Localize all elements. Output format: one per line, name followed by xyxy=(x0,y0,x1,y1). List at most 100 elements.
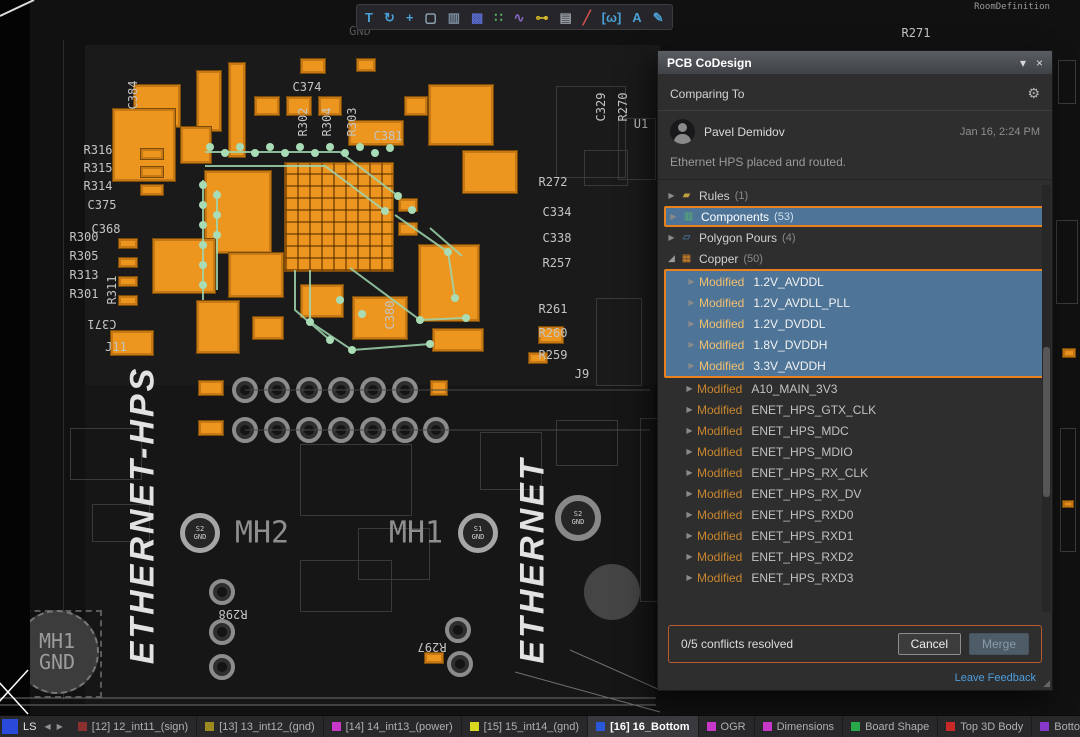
measure-tool-icon[interactable]: [ω] xyxy=(602,11,622,24)
layer-tab-board-shape[interactable]: Board Shape xyxy=(843,716,938,737)
scroll-layers-right-icon[interactable]: ▶ xyxy=(54,722,66,731)
pcb-designator: R302 xyxy=(296,108,310,137)
collapse-arrow-icon[interactable]: ◢ xyxy=(664,253,679,264)
pcb-designator: R301 xyxy=(70,287,99,301)
leave-feedback-link[interactable]: Leave Feedback xyxy=(955,672,1036,684)
expand-arrow-icon[interactable]: ▶ xyxy=(684,277,699,286)
tree-scrollbar[interactable] xyxy=(1042,185,1051,612)
copper-change-ENET_HPS_RX_CLK[interactable]: ▶ModifiedENET_HPS_RX_CLK xyxy=(664,462,1046,483)
expand-arrow-icon[interactable]: ▶ xyxy=(682,552,697,561)
change-status: Modified xyxy=(699,359,744,373)
scrollbar-thumb[interactable] xyxy=(1043,347,1050,497)
silkscreen-outline xyxy=(300,560,392,612)
expand-arrow-icon[interactable]: ▶ xyxy=(682,573,697,582)
panel-close-icon[interactable]: × xyxy=(1036,56,1043,70)
copper-change-1.8V_DVDDH[interactable]: ▶Modified1.8V_DVDDH xyxy=(666,334,1044,355)
panel-menu-icon[interactable]: ▾ xyxy=(1020,56,1026,70)
pcb-pad xyxy=(140,166,164,178)
matrix-tool-icon[interactable]: ▩ xyxy=(471,11,483,24)
expand-arrow-icon[interactable]: ▶ xyxy=(664,191,679,200)
pad-label: MH1 xyxy=(39,631,75,652)
change-status: Modified xyxy=(697,550,742,564)
mount-pad-s1[interactable]: S1 GND xyxy=(458,513,498,553)
layer-tab-bottom-3d-body[interactable]: Bottom 3D Body xyxy=(1032,716,1080,737)
expand-arrow-icon[interactable]: ▶ xyxy=(682,468,697,477)
merge-button[interactable]: Merge xyxy=(969,633,1029,655)
components-icon: ▥ xyxy=(681,211,696,222)
pcb-designator: R260 xyxy=(539,326,568,340)
layer-color-chip xyxy=(763,722,772,731)
scroll-layers-left-icon[interactable]: ◀ xyxy=(41,722,53,731)
layer-color-chip xyxy=(332,722,341,731)
expand-arrow-icon[interactable]: ▶ xyxy=(684,298,699,307)
expand-arrow-icon[interactable]: ▶ xyxy=(682,405,697,414)
layer-tab-ogr[interactable]: OGR xyxy=(699,716,755,737)
expand-arrow-icon[interactable]: ▶ xyxy=(682,384,697,393)
highlighted-copper-changes: ▶Modified1.2V_AVDDL▶Modified1.2V_AVDLL_P… xyxy=(664,269,1046,378)
move-tool-icon[interactable]: + xyxy=(406,11,414,24)
copper-change-ENET_HPS_GTX_CLK[interactable]: ▶ModifiedENET_HPS_GTX_CLK xyxy=(664,399,1046,420)
text-cursor-tool-icon[interactable]: T xyxy=(365,11,373,24)
layer-tab-dimensions[interactable]: Dimensions xyxy=(755,716,843,737)
layer-tab-14-14_int13_-power[interactable]: [14] 14_int13_(power) xyxy=(324,716,462,737)
silkscreen-mh1-label: MH1 xyxy=(389,516,443,551)
expand-arrow-icon[interactable]: ▶ xyxy=(682,531,697,540)
settings-gear-icon[interactable]: ⚙ xyxy=(1027,85,1040,102)
tree-group-rules[interactable]: ▶ ▰ Rules (1) xyxy=(664,185,1046,206)
expand-arrow-icon[interactable]: ▶ xyxy=(682,426,697,435)
expand-arrow-icon[interactable]: ▶ xyxy=(682,510,697,519)
copper-change-ENET_HPS_RXD0[interactable]: ▶ModifiedENET_HPS_RXD0 xyxy=(664,504,1046,525)
pcb-pad xyxy=(1062,500,1074,508)
expand-arrow-icon[interactable]: ▶ xyxy=(666,212,681,221)
pencil-tool-icon[interactable]: ✎ xyxy=(653,11,664,24)
group-count: (53) xyxy=(774,211,794,223)
pcb-pad xyxy=(118,295,138,306)
diagonal-line-tool-icon[interactable]: ╱ xyxy=(583,11,591,24)
copper-change-ENET_HPS_MDIO[interactable]: ▶ModifiedENET_HPS_MDIO xyxy=(664,441,1046,462)
mount-pad-s2[interactable]: S2 GND xyxy=(180,513,220,553)
selection-area-tool-icon[interactable]: ▢ xyxy=(424,11,436,24)
group-label: Polygon Pours xyxy=(699,231,777,245)
expand-arrow-icon[interactable]: ▶ xyxy=(684,361,699,370)
layer-tab-12-12_int11_-sign[interactable]: [12] 12_int11_(sign) xyxy=(70,716,197,737)
active-layer-color-chip xyxy=(2,719,18,734)
mount-pad-s2-right[interactable]: S2 GND xyxy=(555,495,601,541)
key-tool-icon[interactable]: ⊶ xyxy=(536,11,549,24)
pcb-via xyxy=(392,417,418,443)
copper-change-1.2V_DVDDL[interactable]: ▶Modified1.2V_DVDDL xyxy=(666,313,1044,334)
wave-tool-icon[interactable]: ∿ xyxy=(514,11,525,24)
copper-change-A10_MAIN_3V3[interactable]: ▶ModifiedA10_MAIN_3V3 xyxy=(664,378,1046,399)
copper-change-3.3V_AVDDH[interactable]: ▶Modified3.3V_AVDDH xyxy=(666,355,1044,376)
color-dots-tool-icon[interactable]: ∷ xyxy=(494,11,502,24)
reroute-tool-icon[interactable]: ↻ xyxy=(384,11,395,24)
expand-arrow-icon[interactable]: ▶ xyxy=(682,489,697,498)
copper-change-ENET_HPS_RXD2[interactable]: ▶ModifiedENET_HPS_RXD2 xyxy=(664,546,1046,567)
layer-stack-tool-icon[interactable]: ▤ xyxy=(560,11,572,24)
pcb-pad xyxy=(228,252,284,298)
expand-arrow-icon[interactable]: ▶ xyxy=(684,319,699,328)
expand-arrow-icon[interactable]: ▶ xyxy=(684,340,699,349)
copper-change-ENET_HPS_RX_DV[interactable]: ▶ModifiedENET_HPS_RX_DV xyxy=(664,483,1046,504)
copper-change-1.2V_AVDDL[interactable]: ▶Modified1.2V_AVDDL xyxy=(666,271,1044,292)
cancel-button[interactable]: Cancel xyxy=(898,633,961,655)
copper-change-ENET_HPS_RXD3[interactable]: ▶ModifiedENET_HPS_RXD3 xyxy=(664,567,1046,588)
expand-arrow-icon[interactable]: ▶ xyxy=(682,447,697,456)
copper-change-ENET_HPS_MDC[interactable]: ▶ModifiedENET_HPS_MDC xyxy=(664,420,1046,441)
resize-grip-icon[interactable]: ◢ xyxy=(1043,678,1050,689)
copper-change-1.2V_AVDLL_PLL[interactable]: ▶Modified1.2V_AVDLL_PLL xyxy=(666,292,1044,313)
tree-group-components[interactable]: ▶ ▥ Components (53) xyxy=(664,206,1046,227)
text-tool-icon[interactable]: A xyxy=(632,11,641,24)
layer-tab-16-16_bottom[interactable]: [16] 16_Bottom xyxy=(588,716,698,737)
layer-tab-13-13_int12_-gnd[interactable]: [13] 13_int12_(gnd) xyxy=(197,716,323,737)
expand-arrow-icon[interactable]: ▶ xyxy=(664,233,679,242)
panel-header[interactable]: PCB CoDesign ▾ × xyxy=(658,51,1052,74)
comment-message: Ethernet HPS placed and routed. xyxy=(670,155,1040,169)
copper-change-ENET_HPS_RXD1[interactable]: ▶ModifiedENET_HPS_RXD1 xyxy=(664,525,1046,546)
tree-group-copper[interactable]: ◢ ▦ Copper (50) xyxy=(664,248,1046,269)
layer-tab-top-3d-body[interactable]: Top 3D Body xyxy=(938,716,1032,737)
tree-group-polygon-pours[interactable]: ▶ ▱ Polygon Pours (4) xyxy=(664,227,1046,248)
column-chart-tool-icon[interactable]: ▥ xyxy=(448,11,460,24)
pad-label: S1 xyxy=(474,525,482,533)
pcb-via xyxy=(264,417,290,443)
layer-tab-15-15_int14_-gnd[interactable]: [15] 15_int14_(gnd) xyxy=(462,716,588,737)
